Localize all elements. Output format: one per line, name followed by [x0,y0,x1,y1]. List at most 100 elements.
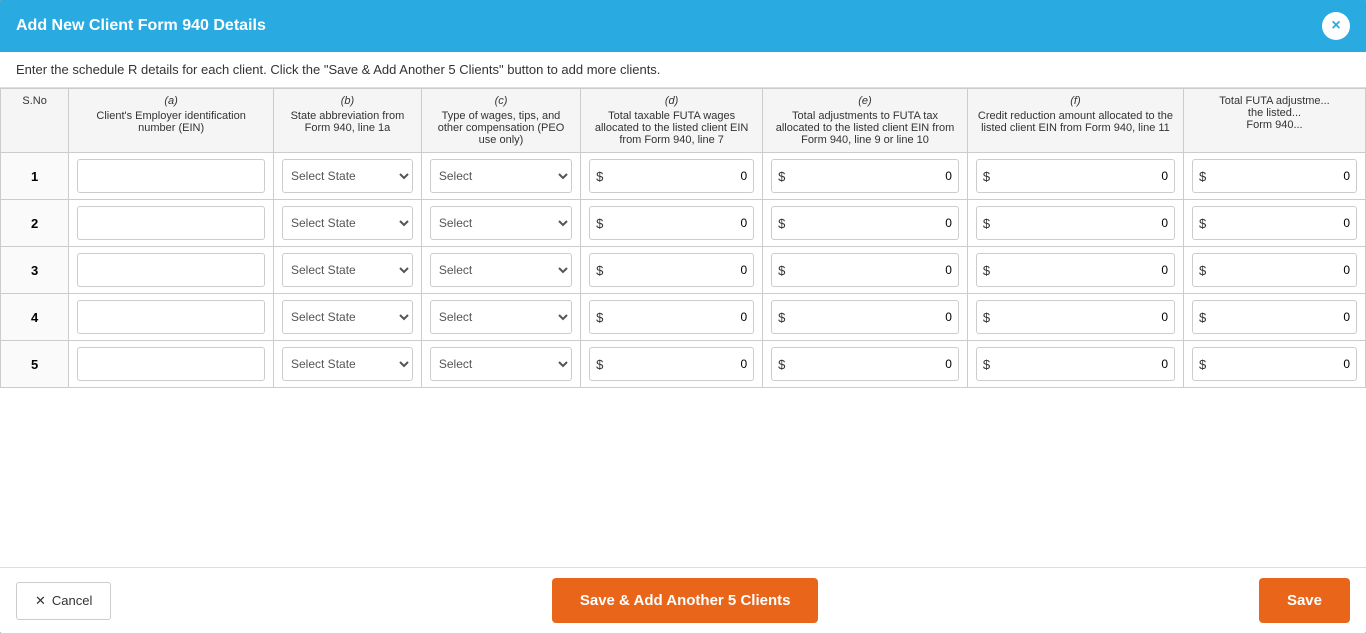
col-ein-letter: (a) [77,95,265,107]
state-select-4[interactable]: Select StateALAKAZARCACOCTDEFLGAHIIDILIN… [282,300,413,334]
dollar-wrap-total-4: $ [1192,300,1357,334]
taxable-input-5[interactable] [609,348,753,380]
cell-state: Select StateALAKAZARCACOCTDEFLGAHIIDILIN… [274,341,422,388]
cancel-button[interactable]: ✕ Cancel [16,582,111,620]
cell-wages: SelectOption 1Option 2Option 3 [421,341,580,388]
taxable-input-1[interactable] [609,160,753,192]
taxable-input-2[interactable] [609,207,753,239]
cell-sno: 2 [1,200,69,247]
modal-title: Add New Client Form 940 Details [16,17,266,35]
cell-total: $ [1184,247,1366,294]
table-wrapper: S.No (a) Client's Employer identificatio… [0,88,1366,567]
credit-input-5[interactable] [996,348,1174,380]
credit-input-4[interactable] [996,301,1174,333]
wages-select-4[interactable]: SelectOption 1Option 2Option 3 [430,300,572,334]
dollar-wrap-adjustments-2: $ [771,206,959,240]
cell-credit: $ [967,200,1183,247]
total-input-1[interactable] [1212,160,1356,192]
dollar-sign-icon: $ [590,263,609,278]
credit-input-3[interactable] [996,254,1174,286]
ein-input-1[interactable] [77,159,265,193]
cell-ein [69,153,274,200]
dollar-sign-icon: $ [1193,169,1212,184]
dollar-wrap-credit-3: $ [976,253,1175,287]
col-ein: (a) Client's Employer identification num… [69,89,274,153]
state-select-3[interactable]: Select StateALAKAZARCACOCTDEFLGAHIIDILIN… [282,253,413,287]
cell-state: Select StateALAKAZARCACOCTDEFLGAHIIDILIN… [274,200,422,247]
cell-ein [69,341,274,388]
table-header-row: S.No (a) Client's Employer identificatio… [1,89,1366,153]
dollar-wrap-total-2: $ [1192,206,1357,240]
col-adjustments-letter: (e) [771,95,959,107]
cell-wages: SelectOption 1Option 2Option 3 [421,200,580,247]
dollar-wrap-credit-1: $ [976,159,1175,193]
modal-body: S.No (a) Client's Employer identificatio… [0,88,1366,567]
table-row: 4Select StateALAKAZARCACOCTDEFLGAHIIDILI… [1,294,1366,341]
col-wages-letter: (c) [430,95,572,107]
cancel-label: Cancel [52,593,92,608]
cell-state: Select StateALAKAZARCACOCTDEFLGAHIIDILIN… [274,153,422,200]
ein-input-2[interactable] [77,206,265,240]
cell-sno: 5 [1,341,69,388]
wages-select-2[interactable]: SelectOption 1Option 2Option 3 [430,206,572,240]
cell-taxable: $ [581,341,763,388]
dollar-wrap-credit-2: $ [976,206,1175,240]
wages-select-3[interactable]: SelectOption 1Option 2Option 3 [430,253,572,287]
modal-subtitle: Enter the schedule R details for each cl… [0,52,1366,88]
taxable-input-4[interactable] [609,301,753,333]
col-total-label: Total FUTA adjustme...the listed...Form … [1219,95,1329,131]
dollar-sign-icon: $ [977,169,996,184]
col-wages: (c) Type of wages, tips, and other compe… [421,89,580,153]
col-ein-label: Client's Employer identification number … [96,110,245,134]
ein-input-5[interactable] [77,347,265,381]
modal-footer: ✕ Cancel Save & Add Another 5 Clients Sa… [0,567,1366,633]
credit-input-2[interactable] [996,207,1174,239]
save-button[interactable]: Save [1259,578,1350,623]
adjustments-input-3[interactable] [791,254,958,286]
state-select-1[interactable]: Select StateALAKAZARCACOCTDEFLGAHIIDILIN… [282,159,413,193]
dollar-wrap-adjustments-4: $ [771,300,959,334]
taxable-input-3[interactable] [609,254,753,286]
wages-select-5[interactable]: SelectOption 1Option 2Option 3 [430,347,572,381]
cell-adjustments: $ [763,294,968,341]
dollar-sign-icon: $ [772,216,791,231]
modal-overlay: Add New Client Form 940 Details × Enter … [0,0,1366,633]
data-table: S.No (a) Client's Employer identificatio… [0,88,1366,388]
dollar-wrap-taxable-4: $ [589,300,754,334]
adjustments-input-4[interactable] [791,301,958,333]
dollar-wrap-taxable-1: $ [589,159,754,193]
dollar-sign-icon: $ [977,310,996,325]
adjustments-input-2[interactable] [791,207,958,239]
col-credit: (f) Credit reduction amount allocated to… [967,89,1183,153]
dollar-wrap-taxable-3: $ [589,253,754,287]
total-input-5[interactable] [1212,348,1356,380]
wages-select-1[interactable]: SelectOption 1Option 2Option 3 [430,159,572,193]
state-select-5[interactable]: Select StateALAKAZARCACOCTDEFLGAHIIDILIN… [282,347,413,381]
total-input-3[interactable] [1212,254,1356,286]
total-input-2[interactable] [1212,207,1356,239]
cell-sno: 3 [1,247,69,294]
adjustments-input-5[interactable] [791,348,958,380]
dollar-sign-icon: $ [772,263,791,278]
cell-total: $ [1184,294,1366,341]
col-sno: S.No [1,89,69,153]
col-wages-label: Type of wages, tips, and other compensat… [438,110,565,146]
dollar-sign-icon: $ [1193,357,1212,372]
cell-taxable: $ [581,200,763,247]
total-input-4[interactable] [1212,301,1356,333]
cell-sno: 1 [1,153,69,200]
dollar-sign-icon: $ [590,357,609,372]
adjustments-input-1[interactable] [791,160,958,192]
dollar-sign-icon: $ [772,169,791,184]
ein-input-3[interactable] [77,253,265,287]
state-select-2[interactable]: Select StateALAKAZARCACOCTDEFLGAHIIDILIN… [282,206,413,240]
ein-input-4[interactable] [77,300,265,334]
dollar-wrap-adjustments-1: $ [771,159,959,193]
save-add-button[interactable]: Save & Add Another 5 Clients [552,578,819,623]
close-button[interactable]: × [1322,12,1350,40]
cell-wages: SelectOption 1Option 2Option 3 [421,247,580,294]
table-row: 3 Select StateALAKAZARCACOCTDEFLGAHIIDILI… [1,247,1366,294]
dollar-sign-icon: $ [590,169,609,184]
credit-input-1[interactable] [996,160,1174,192]
col-total: Total FUTA adjustme...the listed...Form … [1184,89,1366,153]
